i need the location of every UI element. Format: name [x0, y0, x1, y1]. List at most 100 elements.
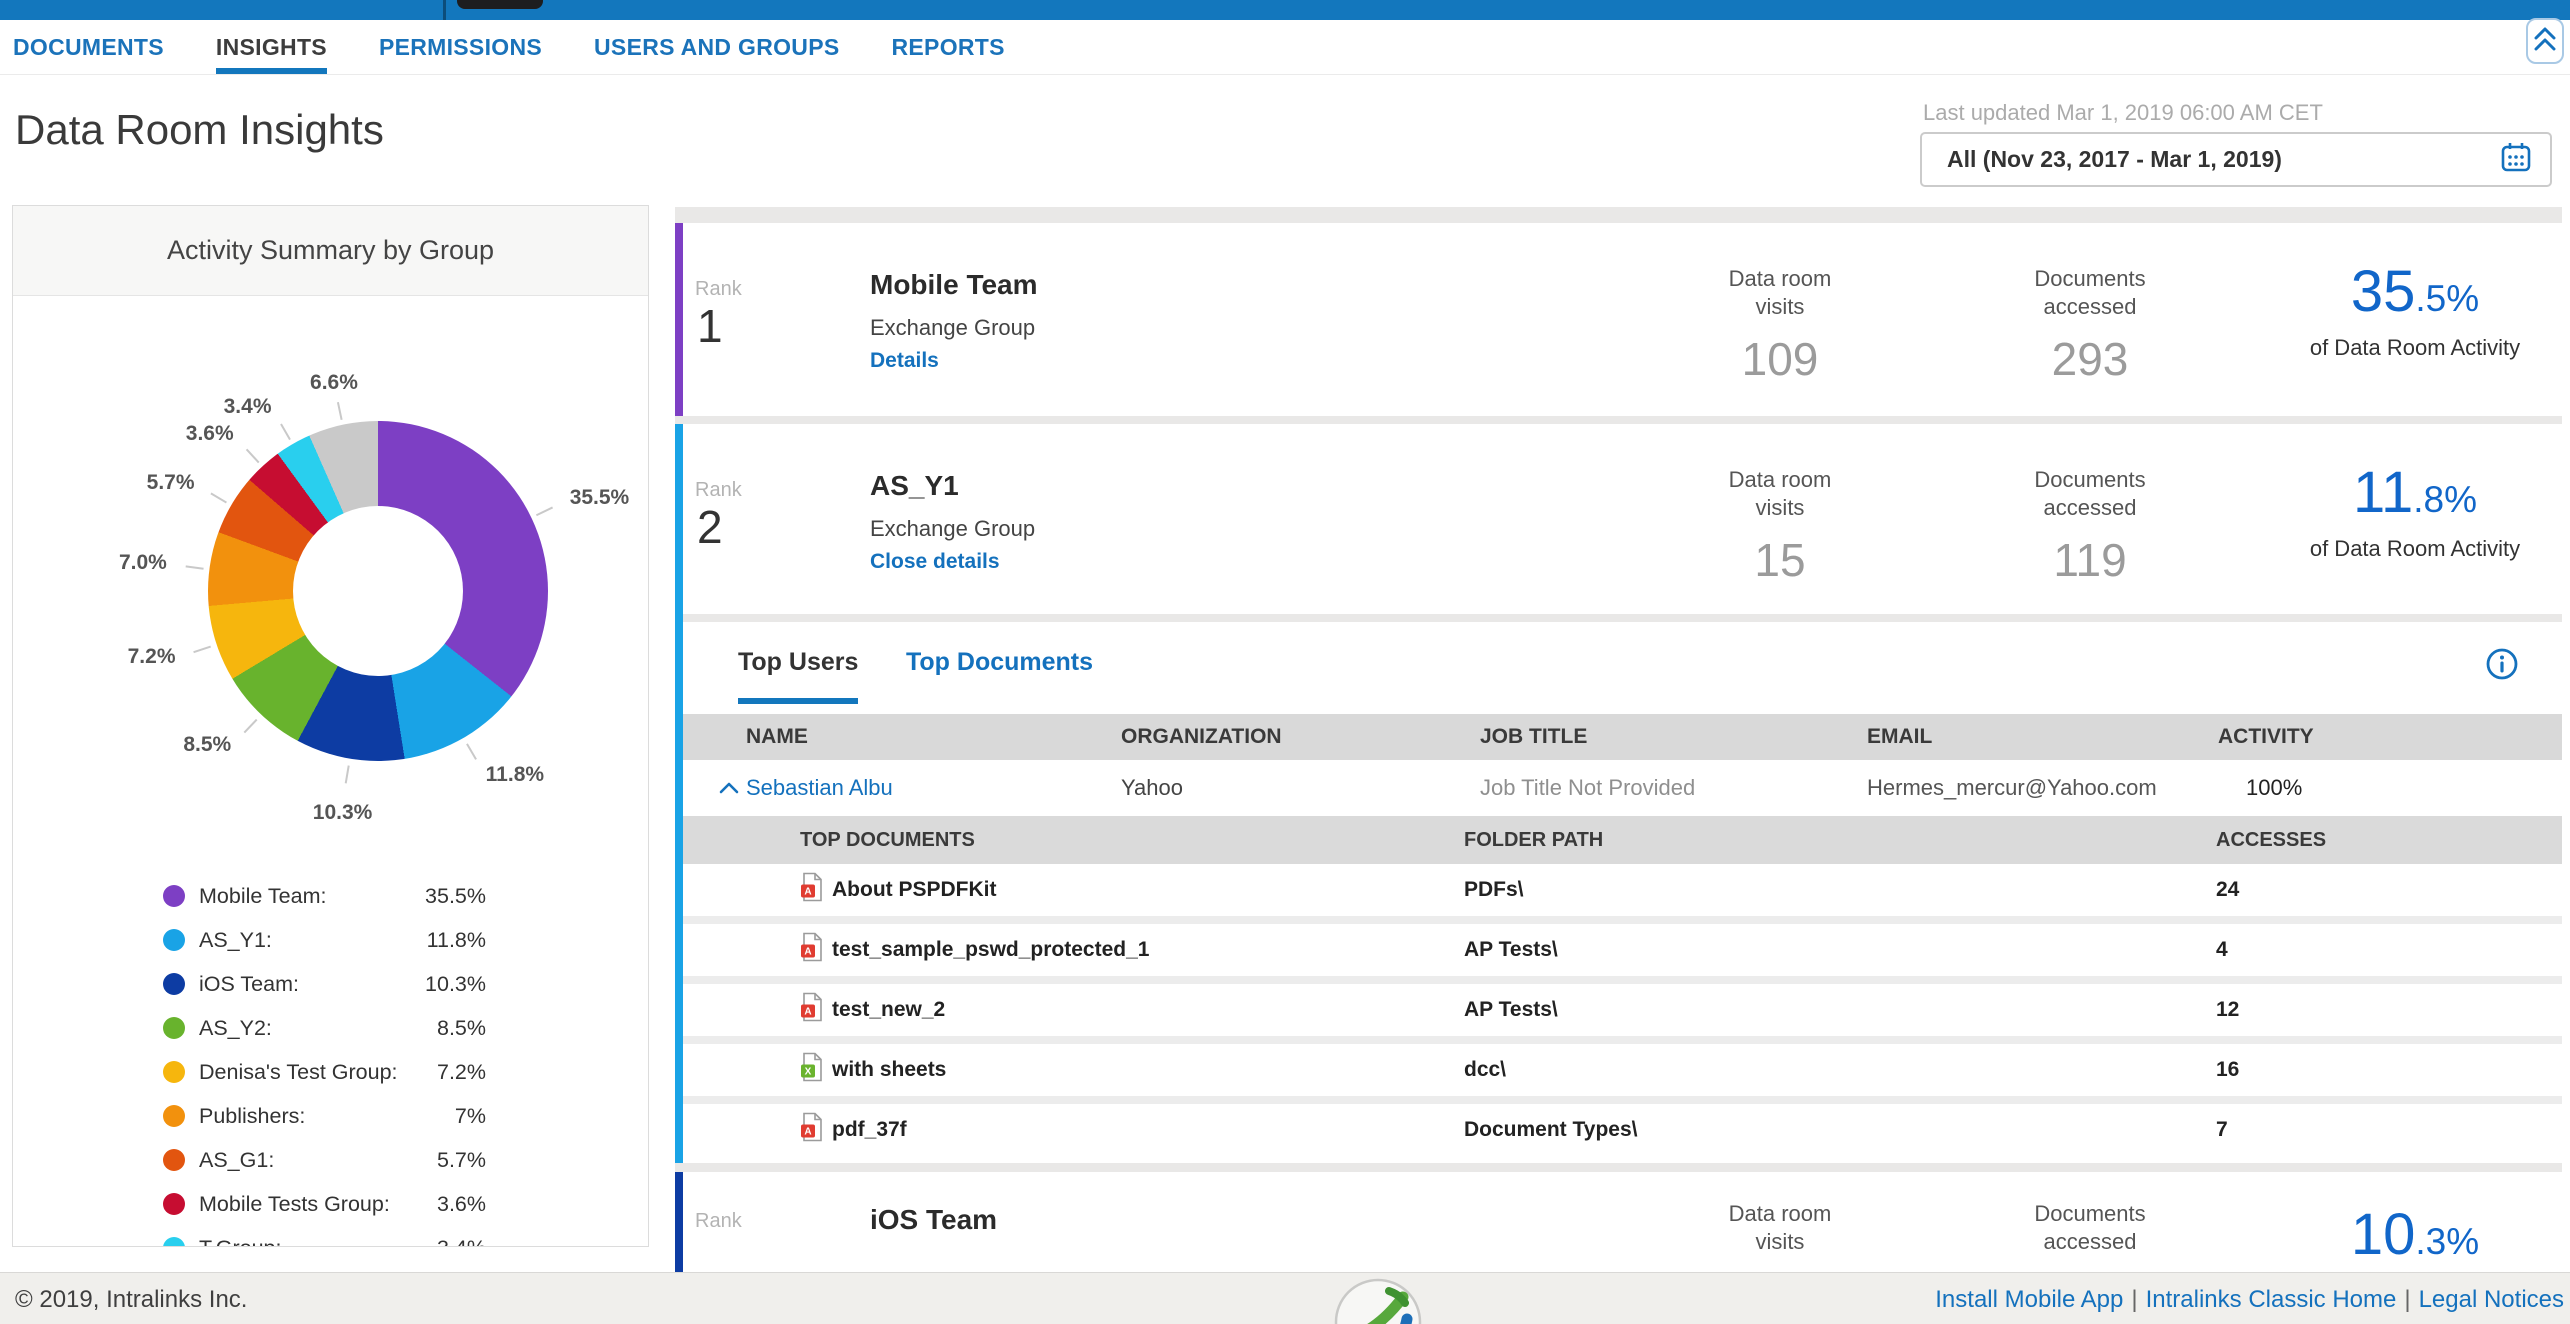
col-email: EMAIL [1867, 725, 2218, 749]
intralinks-logo [1333, 1277, 1423, 1324]
legend-label: Denisa's Test Group: [199, 1060, 398, 1085]
footer-link-intralinks-classic-home[interactable]: Intralinks Classic Home [2146, 1286, 2397, 1313]
legend-value: 11.8% [427, 928, 486, 953]
donut-chart[interactable] [208, 421, 548, 761]
details-link[interactable]: Details [870, 349, 939, 373]
document-folder-path: AP Tests\ [1464, 938, 2216, 962]
page-title: Data Room Insights [15, 106, 384, 154]
group-rankings-region: Rank 1 Mobile Team Exchange Group Detail… [675, 207, 2562, 1272]
calendar-icon[interactable] [2500, 141, 2532, 178]
rank-label: Rank [695, 479, 742, 502]
legend-item: AS_Y2: 8.5% [13, 1006, 649, 1050]
legend-item: AS_Y1: 11.8% [13, 918, 649, 962]
group-type: Exchange Group [870, 315, 1035, 341]
document-folder-path: Document Types\ [1464, 1118, 2216, 1142]
donut-callout-label: 10.3% [313, 801, 373, 825]
rank-color-bar [675, 223, 683, 416]
user-email: Hermes_mercur@Yahoo.com [1867, 775, 2218, 801]
percent-caption: of Data Room Activity [2275, 335, 2555, 361]
documents-label: Documents accessed [2020, 1200, 2160, 1255]
date-range-value: All (Nov 23, 2017 - Mar 1, 2019) [1947, 146, 2500, 173]
document-row: Atest_new_2 AP Tests\12 [675, 984, 2562, 1036]
visits-value: 15 [1675, 533, 1885, 587]
donut-callout-label: 3.6% [186, 422, 234, 446]
documents-value: 119 [1985, 533, 2195, 587]
legend-label: T.Group: [199, 1236, 281, 1248]
rank-color-bar [675, 1172, 683, 1272]
percent-dec: .5% [2415, 278, 2479, 319]
nav-tab-permissions[interactable]: PERMISSIONS [379, 20, 542, 74]
rank-number: 2 [697, 500, 723, 554]
legend-label: iOS Team: [199, 972, 299, 997]
legend-item: Denisa's Test Group: 7.2% [13, 1050, 649, 1094]
nav-tab-reports[interactable]: REPORTS [892, 20, 1005, 74]
legend-value: 10.3% [425, 972, 486, 997]
tab-top-users[interactable]: Top Users [738, 648, 858, 677]
document-row: Apdf_37fDocument Types\7 [675, 1104, 2562, 1156]
legend-color-dot [163, 973, 185, 995]
document-accesses: 24 [2216, 878, 2562, 902]
users-table-header: NAME ORGANIZATION JOB TITLE EMAIL ACTIVI… [675, 714, 2562, 760]
percent-dec: .3% [2415, 1221, 2479, 1262]
documents-label: Documents accessed [2020, 265, 2160, 320]
activity-percent-block: 10.3% [2275, 1206, 2555, 1264]
svg-text:X: X [805, 1067, 812, 1078]
percent-dec: .8% [2413, 479, 2477, 520]
footer-link-install-mobile-app[interactable]: Install Mobile App [1935, 1286, 2123, 1313]
legend-value: 3.4% [437, 1236, 486, 1248]
document-name: test_new_2 [832, 998, 945, 1022]
legend-value: 7.2% [437, 1060, 486, 1085]
collapse-panel-button[interactable] [2526, 18, 2564, 64]
legend-color-dot [163, 1061, 185, 1083]
svg-text:A: A [804, 947, 811, 958]
col-accesses: ACCESSES [2216, 829, 2562, 852]
copyright-text: © 2019, Intralinks Inc. [15, 1286, 247, 1314]
donut-callout-tick [280, 423, 291, 440]
col-job-title: JOB TITLE [1480, 725, 1867, 749]
user-organization: Yahoo [1121, 775, 1480, 801]
legend-value: 35.5% [425, 884, 486, 909]
date-range-select[interactable]: All (Nov 23, 2017 - Mar 1, 2019) [1920, 132, 2552, 187]
nav-tab-users-and-groups[interactable]: USERS AND GROUPS [594, 20, 839, 74]
document-folder-path: PDFs\ [1464, 878, 2216, 902]
window-tab-shadow [457, 0, 543, 9]
document-accesses: 12 [2216, 998, 2562, 1022]
nav-tab-documents[interactable]: DOCUMENTS [13, 20, 164, 74]
footer-link-legal-notices[interactable]: Legal Notices [2419, 1286, 2564, 1313]
pdf-file-icon: A [800, 872, 824, 908]
legend-item: iOS Team: 10.3% [13, 962, 649, 1006]
double-chevron-up-icon [2531, 24, 2559, 59]
col-name: NAME [746, 725, 1121, 749]
document-accesses: 7 [2216, 1118, 2562, 1142]
user-job-title: Job Title Not Provided [1480, 775, 1867, 801]
document-rows: AAbout PSPDFKitPDFs\24Atest_sample_pswd_… [675, 864, 2562, 1156]
legend-label: AS_Y2: [199, 1016, 272, 1041]
info-icon[interactable] [2484, 646, 2520, 682]
user-activity: 100% [2218, 775, 2562, 801]
main-nav: DOCUMENTS INSIGHTS PERMISSIONS USERS AND… [0, 20, 2570, 75]
nav-tab-insights[interactable]: INSIGHTS [216, 20, 327, 74]
tab-top-documents[interactable]: Top Documents [906, 648, 1093, 677]
legend-color-dot [163, 1017, 185, 1039]
close-details-link[interactable]: Close details [870, 550, 1000, 574]
section-divider [675, 614, 2562, 622]
document-folder-path: AP Tests\ [1464, 998, 2216, 1022]
chevron-up-icon[interactable] [718, 775, 746, 801]
legend-value: 7% [455, 1104, 486, 1129]
legend-value: 5.7% [437, 1148, 486, 1173]
rank-number: 1 [697, 299, 723, 353]
pdf-file-icon: A [800, 1112, 824, 1148]
legend-value: 3.6% [437, 1192, 486, 1217]
legend-color-dot [163, 929, 185, 951]
svg-text:A: A [804, 887, 811, 898]
legend-value: 8.5% [437, 1016, 486, 1041]
rank-card-mobile-team: Rank 1 Mobile Team Exchange Group Detail… [675, 223, 2562, 416]
donut-callout-label: 3.4% [224, 395, 272, 419]
pdf-file-icon: A [800, 992, 824, 1028]
user-name-link[interactable]: Sebastian Albu [746, 775, 1121, 801]
document-row: AAbout PSPDFKitPDFs\24 [675, 864, 2562, 916]
percent-int: 35 [2351, 259, 2416, 324]
legend-label: AS_Y1: [199, 928, 272, 953]
rank-label: Rank [695, 1210, 742, 1233]
document-folder-path: dcc\ [1464, 1058, 2216, 1082]
